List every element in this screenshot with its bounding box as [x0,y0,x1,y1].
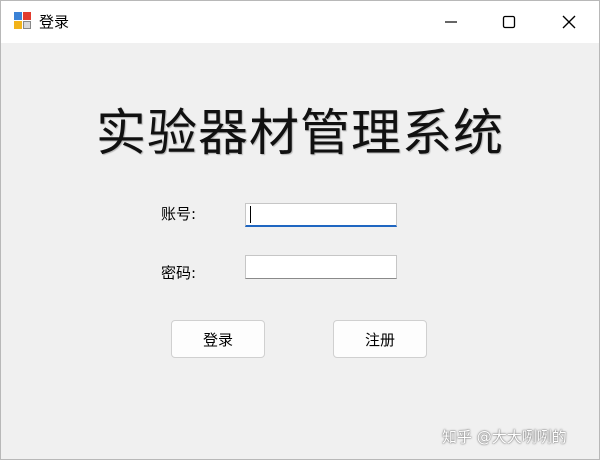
login-window: 登录 实验器材管理系统 账号: 密码: 登录 注册 知乎 @大大咧咧的 [0,0,600,460]
account-label: 账号: [161,205,197,223]
window-title: 登录 [39,13,70,31]
system-title: 实验器材管理系统 [96,104,504,162]
watermark: 知乎 @大大咧咧的 [442,426,567,447]
maximize-button[interactable] [479,1,539,43]
login-button[interactable]: 登录 [171,320,265,358]
minimize-button[interactable] [421,1,481,43]
register-button[interactable]: 注册 [333,320,427,358]
minimize-icon [445,21,457,23]
password-label: 密码: [161,264,197,282]
text-caret [250,206,251,223]
watermark-text: 知乎 @大大咧咧的 [442,428,567,446]
account-input[interactable] [245,203,397,227]
title-bar[interactable]: 登录 [1,1,599,43]
password-input[interactable] [245,255,397,279]
close-icon [562,15,576,29]
maximize-icon [502,15,516,29]
close-button[interactable] [539,1,599,43]
app-icon [14,12,32,30]
